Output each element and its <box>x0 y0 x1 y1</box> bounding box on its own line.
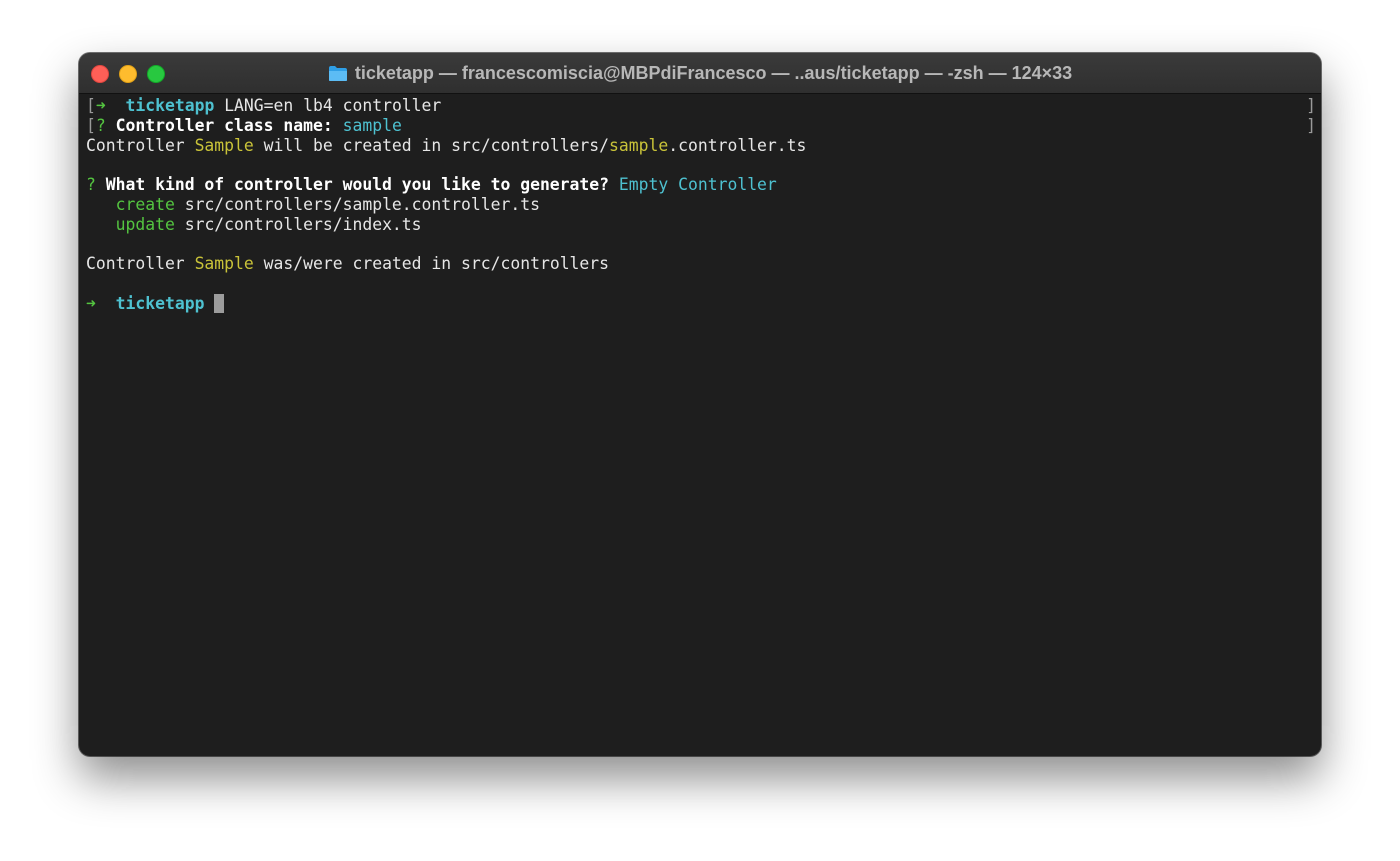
output-text: Controller <box>86 135 195 155</box>
mark-bracket: [ <box>86 96 96 115</box>
prompt-arrow-icon: ➜ <box>86 293 96 313</box>
highlight-text: Sample <box>194 254 254 274</box>
prompt-question: What kind of controller would you like t… <box>105 175 610 195</box>
output-text: will be created in src/controllers/ <box>253 135 610 155</box>
terminal-line: ? What kind of controller would you like… <box>86 175 1321 195</box>
terminal-line: [➜ ticketapp LANG=en lb4 controller] <box>86 96 1321 116</box>
terminal-line: [? Controller class name: sample] <box>86 116 1321 136</box>
terminal-line: Controller Sample was/were created in sr… <box>86 254 1321 274</box>
output-text: was/were created in src/controllers <box>253 254 610 274</box>
title-bar[interactable]: ticketapp — francescomiscia@MBPdiFrances… <box>79 53 1321 94</box>
file-action: update <box>115 214 175 234</box>
prompt-arrow-icon: ➜ <box>95 96 106 115</box>
terminal-line: update src/controllers/index.ts <box>86 215 1321 235</box>
prompt-directory: ticketapp <box>125 96 215 115</box>
file-path: src/controllers/sample.controller.ts <box>184 194 540 214</box>
output-text: Controller <box>86 254 195 274</box>
terminal-line: Controller Sample will be created in src… <box>86 136 1321 156</box>
prompt-directory: ticketapp <box>115 293 205 313</box>
prompt-answer: Empty Controller <box>618 175 777 195</box>
terminal-line: create src/controllers/sample.controller… <box>86 195 1321 215</box>
prompt-answer: sample <box>342 115 402 135</box>
terminal-line: ➜ ticketapp <box>86 293 1321 314</box>
mark-bracket: [ <box>86 115 96 135</box>
output-text: .controller.ts <box>668 135 807 155</box>
text-cursor[interactable] <box>214 293 225 313</box>
window-title-text: ticketapp — francescomiscia@MBPdiFrances… <box>354 62 1073 83</box>
command-text: LANG=en lb4 controller <box>224 96 442 115</box>
mark-bracket: ] <box>1306 96 1316 115</box>
question-mark: ? <box>86 175 96 195</box>
file-path: src/controllers/index.ts <box>184 214 422 234</box>
question-mark: ? <box>95 115 106 135</box>
terminal-output[interactable]: [➜ ticketapp LANG=en lb4 controller] [? … <box>79 94 1321 756</box>
mark-bracket: ] <box>1306 115 1316 135</box>
highlight-text: sample <box>609 135 669 155</box>
prompt-question: Controller class name: <box>115 115 333 135</box>
file-action: create <box>115 194 175 214</box>
folder-icon <box>328 65 348 82</box>
highlight-text: Sample <box>194 135 254 155</box>
window-title: ticketapp — francescomiscia@MBPdiFrances… <box>79 53 1321 93</box>
terminal-window: ticketapp — francescomiscia@MBPdiFrances… <box>79 53 1321 756</box>
